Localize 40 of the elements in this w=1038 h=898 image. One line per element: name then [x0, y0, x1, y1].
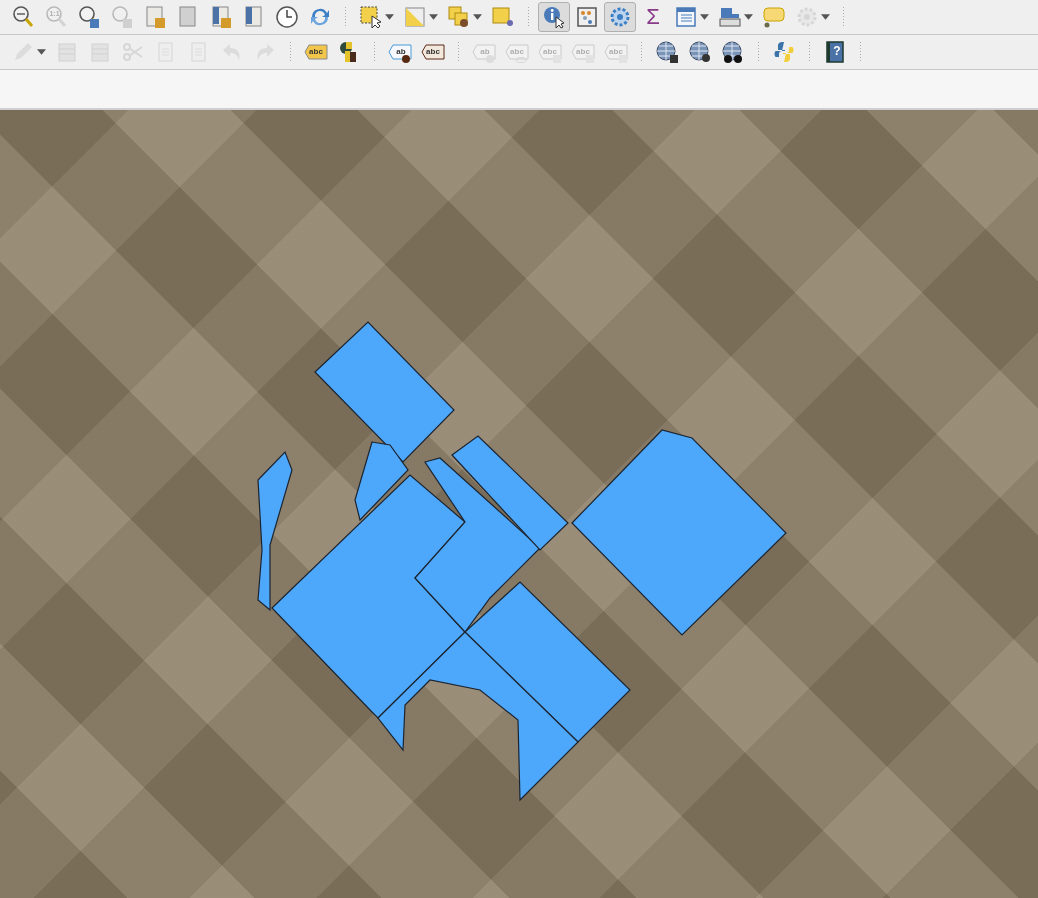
trash-icon [88, 40, 112, 64]
edit-table-icon [55, 40, 79, 64]
toolbar-button[interactable]: Σ [637, 2, 669, 32]
magnifier-icon [44, 5, 68, 29]
toolbar-handle[interactable] [344, 6, 347, 28]
globe-binoculars-icon [721, 40, 745, 64]
select-icon [359, 5, 383, 29]
clock-icon [275, 5, 299, 29]
gear-icon [608, 5, 632, 29]
toolbar-handle[interactable] [527, 6, 530, 28]
toolbar-handle[interactable] [373, 41, 376, 63]
toolbar-button[interactable] [538, 2, 570, 32]
globe-search-icon [688, 40, 712, 64]
zoom-forward-icon [110, 5, 134, 29]
info-cursor-icon [542, 5, 566, 29]
abacus-icon [575, 5, 599, 29]
scissors-icon [121, 40, 145, 64]
toolbar-handle[interactable] [289, 41, 292, 63]
toolbar-handle[interactable] [842, 6, 845, 28]
square-pin-icon [491, 5, 515, 29]
zoom-back-icon [77, 5, 101, 29]
map-sheet-icon [143, 5, 167, 29]
help-book-icon [823, 40, 847, 64]
triangle-square-icon [403, 5, 427, 29]
globe-icon [655, 40, 679, 64]
speech-bubble-icon [762, 5, 786, 29]
toolbar-button[interactable]: ab [384, 37, 416, 67]
squares-icon [447, 5, 471, 29]
toolbar-handle[interactable] [457, 41, 460, 63]
toolbar-handle[interactable] [859, 41, 862, 63]
table-icon [674, 5, 698, 29]
toolbar-button[interactable]: abc [417, 37, 449, 67]
gear-cursor-icon [795, 5, 819, 29]
toolbar-button[interactable]: ? [819, 37, 851, 67]
toolbar-handle[interactable] [640, 41, 643, 63]
toolbar-handle[interactable] [757, 41, 760, 63]
toolbar-handle[interactable] [808, 41, 811, 63]
ruler-icon [718, 5, 742, 29]
toolbar-button[interactable]: abc [300, 37, 332, 67]
bookmark-icon [209, 5, 233, 29]
